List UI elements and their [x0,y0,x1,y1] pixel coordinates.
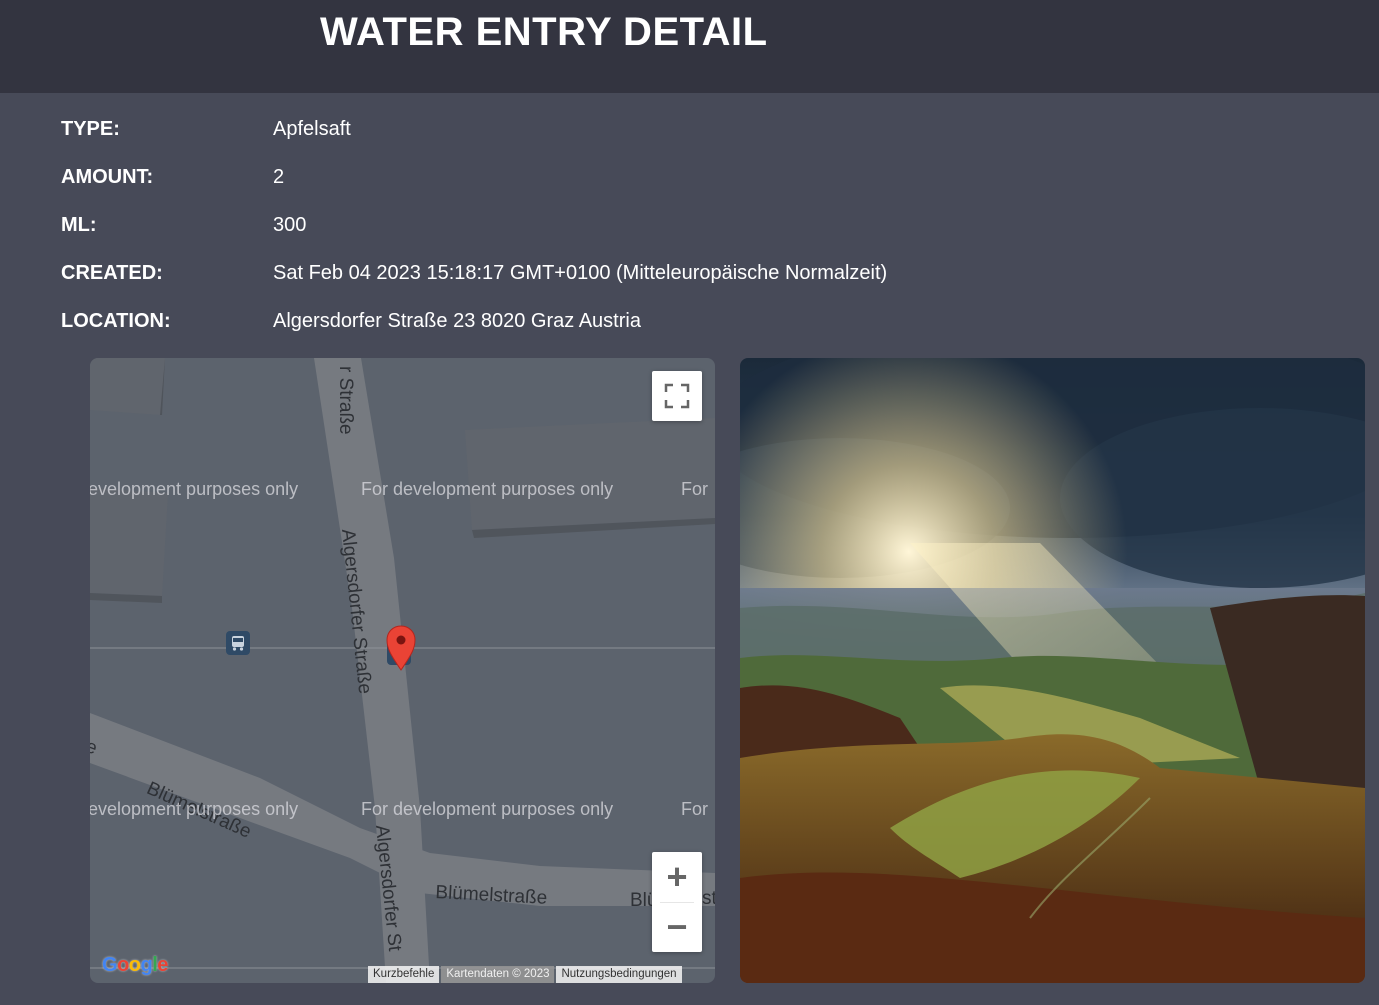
map-tiles [90,358,715,983]
created-value: Sat Feb 04 2023 15:18:17 GMT+0100 (Mitte… [273,262,888,284]
zoom-out-button[interactable]: − [652,902,702,952]
dev-watermark: evelopment purposes only [90,799,299,819]
terms-link[interactable]: Nutzungsbedingungen [556,966,682,983]
dev-watermark: For development purposes only [361,799,614,819]
map-building [465,418,715,530]
zoom-control: + − [652,852,702,952]
amount-label: AMOUNT: [61,166,154,188]
map-attribution: Kurzbefehle Kartendaten © 2023 Nutzungsb… [366,966,682,983]
google-logo[interactable]: Google [102,954,168,977]
landscape-image [740,358,1365,983]
location-value: Algersdorfer Straße 23 8020 Graz Austria [273,310,641,332]
detail-row-ml: ML: 300 [61,214,1261,240]
fullscreen-button[interactable] [652,371,702,421]
zoom-in-button[interactable]: + [652,852,702,902]
detail-row-type: TYPE: Apfelsaft [61,118,1261,144]
page-header: WATER ENTRY DETAIL [0,0,1379,93]
detail-row-amount: AMOUNT: 2 [61,166,1261,192]
detail-row-location: LOCATION: Algersdorfer Straße 23 8020 Gr… [61,310,1261,336]
shortcuts-link[interactable]: Kurzbefehle [368,966,440,983]
type-label: TYPE: [61,118,120,140]
detail-row-created: CREATED: Sat Feb 04 2023 15:18:17 GMT+01… [61,262,1261,288]
amount-value: 2 [273,166,285,188]
page-title: WATER ENTRY DETAIL [320,10,768,54]
type-value: Apfelsaft [273,118,351,140]
fullscreen-icon [664,383,690,409]
dev-watermark: For [681,799,708,819]
created-label: CREATED: [61,262,163,284]
dev-watermark: For [681,479,708,499]
street-label: r Straße [335,366,356,435]
location-label: LOCATION: [61,310,171,332]
location-map[interactable]: r Straße Algersdorfer Straße Algersdorfe… [90,358,715,983]
bus-stop-icon[interactable] [226,631,250,655]
ml-value: 300 [273,214,307,236]
map-building [90,358,165,415]
dev-watermark: evelopment purposes only [90,479,299,499]
dev-watermark: For development purposes only [361,479,614,499]
street-label: st [702,888,715,909]
ml-label: ML: [61,214,97,236]
map-building [90,488,168,596]
map-data-label: Kartendaten © 2023 [441,966,555,983]
